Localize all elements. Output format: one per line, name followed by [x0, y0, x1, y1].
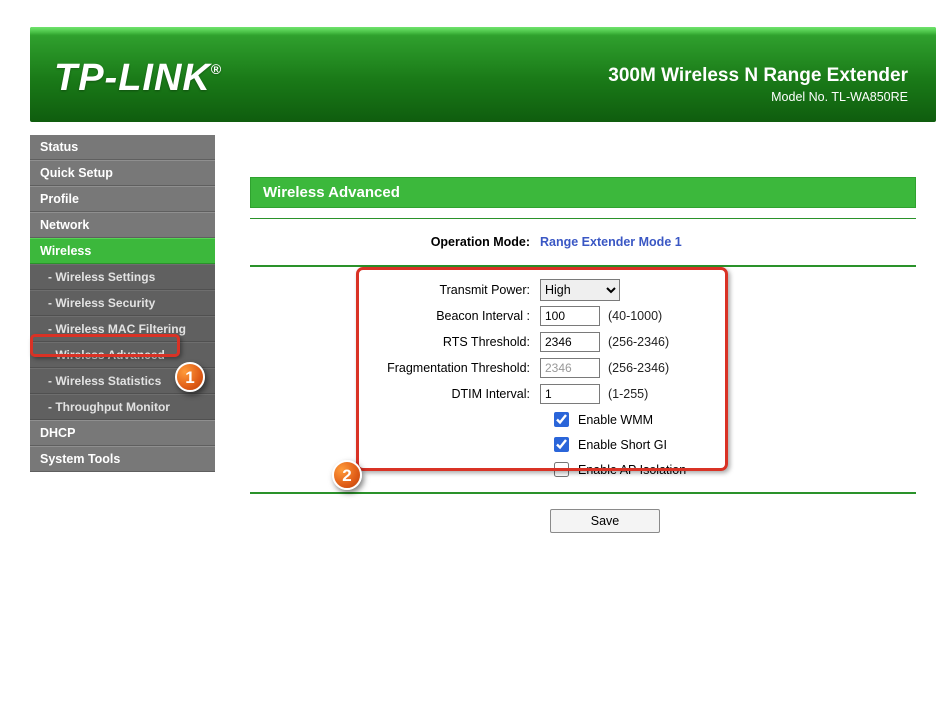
sidebar-item-quick-setup[interactable]: Quick Setup	[30, 160, 215, 186]
divider	[250, 492, 916, 494]
divider	[250, 218, 916, 219]
fragmentation-threshold-row: Fragmentation Threshold: (256-2346)	[250, 355, 916, 381]
sidebar-item-throughput-monitor[interactable]: - Throughput Monitor	[30, 394, 215, 420]
sidebar-item-system-tools[interactable]: System Tools	[30, 446, 215, 472]
sidebar-item-wireless[interactable]: Wireless	[30, 238, 215, 264]
transmit-power-row: Transmit Power: High	[250, 277, 916, 303]
enable-ap-isolation-label: Enable AP Isolation	[578, 463, 686, 477]
rts-threshold-row: RTS Threshold: (256-2346)	[250, 329, 916, 355]
model-number: Model No. TL-WA850RE	[608, 89, 908, 106]
sidebar-item-wireless-settings[interactable]: - Wireless Settings	[30, 264, 215, 290]
enable-wmm-row: Enable WMM	[250, 407, 916, 432]
fragmentation-threshold-hint: (256-2346)	[608, 361, 669, 375]
enable-short-gi-row: Enable Short GI	[250, 432, 916, 457]
enable-short-gi-label: Enable Short GI	[578, 438, 667, 452]
transmit-power-label: Transmit Power:	[250, 283, 540, 297]
product-info: 300M Wireless N Range Extender Model No.…	[608, 63, 908, 106]
transmit-power-select[interactable]: High	[540, 279, 620, 301]
header: TP-LINK® 300M Wireless N Range Extender …	[30, 27, 936, 122]
enable-wmm-checkbox[interactable]	[554, 412, 569, 427]
brand-logo: TP-LINK®	[54, 57, 222, 100]
fragmentation-threshold-input[interactable]	[540, 358, 600, 378]
fragmentation-threshold-label: Fragmentation Threshold:	[250, 361, 540, 375]
main-content: Wireless Advanced Operation Mode: Range …	[230, 135, 936, 701]
sidebar-nav: Status Quick Setup Profile Network Wirel…	[30, 135, 215, 472]
registered-icon: ®	[211, 61, 222, 77]
enable-ap-isolation-checkbox[interactable]	[554, 462, 569, 477]
sidebar-item-wireless-advanced[interactable]: - Wireless Advanced	[30, 342, 215, 368]
operation-mode-link[interactable]: Range Extender Mode 1	[540, 235, 682, 249]
rts-threshold-input[interactable]	[540, 332, 600, 352]
dtim-interval-row: DTIM Interval: (1-255)	[250, 381, 916, 407]
save-button[interactable]: Save	[550, 509, 660, 533]
sidebar-item-wireless-mac-filtering[interactable]: - Wireless MAC Filtering	[30, 316, 215, 342]
enable-short-gi-checkbox[interactable]	[554, 437, 569, 452]
dtim-interval-hint: (1-255)	[608, 387, 648, 401]
rts-threshold-label: RTS Threshold:	[250, 335, 540, 349]
enable-wmm-label: Enable WMM	[578, 413, 653, 427]
sidebar-item-profile[interactable]: Profile	[30, 186, 215, 212]
rts-threshold-hint: (256-2346)	[608, 335, 669, 349]
operation-mode-label: Operation Mode:	[250, 235, 540, 249]
dtim-interval-label: DTIM Interval:	[250, 387, 540, 401]
sidebar-item-wireless-statistics[interactable]: - Wireless Statistics	[30, 368, 215, 394]
beacon-interval-label: Beacon Interval :	[250, 309, 540, 323]
sidebar-item-dhcp[interactable]: DHCP	[30, 420, 215, 446]
sidebar-item-wireless-security[interactable]: - Wireless Security	[30, 290, 215, 316]
beacon-interval-hint: (40-1000)	[608, 309, 662, 323]
sidebar-item-network[interactable]: Network	[30, 212, 215, 238]
product-name: 300M Wireless N Range Extender	[608, 63, 908, 89]
form-block: Transmit Power: High Beacon Interval : (…	[250, 267, 916, 492]
operation-mode-row: Operation Mode: Range Extender Mode 1	[250, 229, 916, 255]
save-row: Save	[250, 509, 916, 533]
enable-ap-isolation-row: Enable AP Isolation	[250, 457, 916, 482]
page-title: Wireless Advanced	[250, 177, 916, 208]
sidebar-item-status[interactable]: Status	[30, 135, 215, 160]
dtim-interval-input[interactable]	[540, 384, 600, 404]
beacon-interval-row: Beacon Interval : (40-1000)	[250, 303, 916, 329]
beacon-interval-input[interactable]	[540, 306, 600, 326]
brand-text: TP-LINK	[54, 57, 211, 99]
